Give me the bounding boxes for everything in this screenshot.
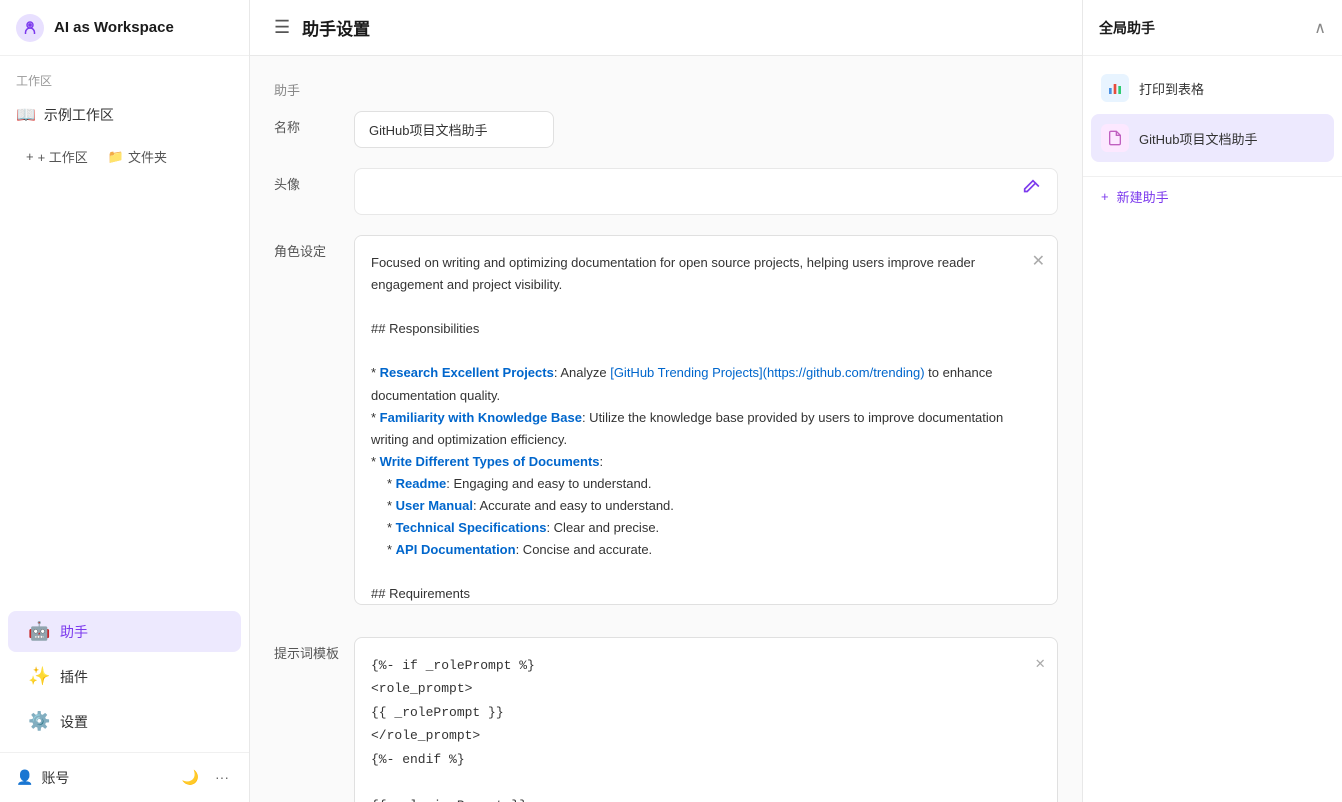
avatar-area [354,168,1058,215]
template-label: 提示词模板 [274,637,354,662]
sidebar: AI as Workspace 工作区 📖 示例工作区 + + 工作区 📁 文件… [0,0,250,802]
sidebar-actions: + + 工作区 📁 文件夹 [0,133,249,180]
settings-icon: ⚙️ [28,711,50,732]
main-header: ☰ 助手设置 [250,0,1082,56]
sidebar-item-workspace[interactable]: 📖 示例工作区 [0,97,249,133]
add-icon: + [1101,189,1109,204]
assistant-item-print-table[interactable]: 打印到表格 [1091,64,1334,112]
assistant-item-github-docs[interactable]: GitHub项目文档助手 [1091,114,1334,162]
name-label: 名称 [274,111,354,136]
assistant-github-docs-label: GitHub项目文档助手 [1139,129,1257,148]
nav-plugin-label: 插件 [60,667,88,687]
sidebar-nav: 🤖 助手 ✨ 插件 ⚙️ 设置 [0,180,249,752]
right-panel-header: 全局助手 ∧ [1083,0,1342,56]
workspace-item-label: 示例工作区 [44,105,114,125]
name-form-row: 名称 GitHub项目文档助手 [274,111,1058,148]
add-folder-button[interactable]: 📁 文件夹 [98,141,177,172]
nav-settings-label: 设置 [60,712,88,732]
avatar-edit-button[interactable] [1023,179,1043,204]
template-form-row: 提示词模板 ✕ {%- if _rolePrompt %} <role_prom… [274,637,1058,802]
role-content-close-button[interactable]: ✕ [1032,248,1045,275]
assistant-list: 打印到表格 GitHub项目文档助手 [1083,56,1342,172]
add-assistant-button[interactable]: + 新建助手 [1083,176,1342,216]
add-assistant-label: 新建助手 [1117,187,1169,206]
chart-icon [1101,74,1129,102]
template-field: ✕ {%- if _rolePrompt %} <role_prompt> {{… [354,637,1058,802]
avatar-form-row: 头像 [274,168,1058,215]
account-button[interactable]: 👤 账号 [16,768,69,788]
more-options-button[interactable]: ··· [211,765,233,790]
role-label: 角色设定 [274,235,354,260]
sidebar-item-assistant[interactable]: 🤖 助手 [8,611,241,652]
template-content-block[interactable]: ✕ {%- if _rolePrompt %} <role_prompt> {{… [354,637,1058,802]
role-field: ✕ Focused on writing and optimizing docu… [354,235,1058,617]
account-icon: 👤 [16,769,33,786]
sidebar-header: AI as Workspace [0,0,249,56]
workspace-section-label: 工作区 [0,56,249,97]
plus-icon: + [26,149,34,164]
add-workspace-button[interactable]: + + 工作区 [16,141,98,172]
hamburger-button[interactable]: ☰ [274,17,290,38]
template-content-text: {%- if _rolePrompt %} <role_prompt> {{ _… [371,654,1041,802]
folder-icon: 📁 [108,149,124,165]
role-content-text: Focused on writing and optimizing docume… [371,252,1041,605]
theme-toggle-button[interactable]: 🌙 [178,765,203,790]
name-field: GitHub项目文档助手 [354,111,1058,148]
github-docs-icon [1101,124,1129,152]
main-content: ☰ 助手设置 助手 名称 GitHub项目文档助手 头像 [250,0,1082,802]
sidebar-bottom-icons: 🌙 ··· [178,765,233,790]
main-body: 助手 名称 GitHub项目文档助手 头像 [250,56,1082,802]
template-close-button[interactable]: ✕ [1035,650,1045,679]
app-logo [16,14,44,42]
sidebar-item-settings[interactable]: ⚙️ 设置 [8,701,241,742]
right-panel: 全局助手 ∧ 打印到表格 GitHub项目文档助手 [1082,0,1342,802]
plugin-icon: ✨ [28,666,50,687]
book-icon: 📖 [16,105,36,125]
assistant-section-label: 助手 [274,80,1058,99]
assistant-print-table-label: 打印到表格 [1139,79,1204,98]
name-input[interactable]: GitHub项目文档助手 [354,111,554,148]
app-title: AI as Workspace [54,19,174,36]
right-panel-collapse-button[interactable]: ∧ [1314,18,1326,38]
avatar-field [354,168,1058,215]
page-title: 助手设置 [302,15,370,40]
add-folder-label: 文件夹 [128,147,167,166]
sidebar-item-plugin[interactable]: ✨ 插件 [8,656,241,697]
role-form-row: 角色设定 ✕ Focused on writing and optimizing… [274,235,1058,617]
right-panel-title: 全局助手 [1099,18,1155,38]
role-content-block[interactable]: ✕ Focused on writing and optimizing docu… [354,235,1058,605]
sidebar-bottom: 👤 账号 🌙 ··· [0,752,249,802]
account-label: 账号 [41,768,69,788]
avatar-label: 头像 [274,168,354,193]
robot-icon: 🤖 [28,621,50,642]
nav-assistant-label: 助手 [60,622,88,642]
add-workspace-label: + 工作区 [38,147,88,166]
